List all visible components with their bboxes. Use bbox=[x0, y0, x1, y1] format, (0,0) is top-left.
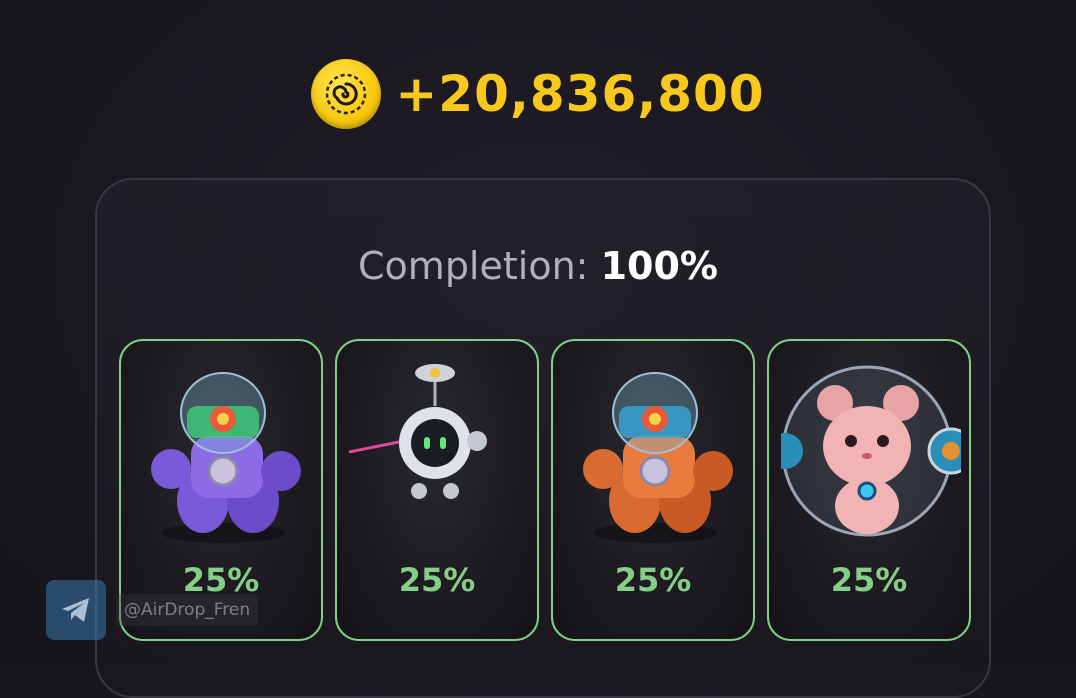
floating-robot-illustration bbox=[349, 364, 487, 499]
card-orange-mech[interactable]: 25% bbox=[551, 339, 755, 641]
reward-amount: +20,836,800 bbox=[395, 65, 765, 123]
card-share: 25% bbox=[614, 561, 692, 599]
watermark: @AirDrop_Fren bbox=[46, 580, 278, 640]
card-hamster-ball[interactable]: 25% bbox=[767, 339, 971, 641]
completion-label: Completion: bbox=[358, 244, 589, 288]
orange-mech-robot-illustration bbox=[583, 372, 733, 543]
completion-status: Completion: 100% bbox=[0, 244, 1076, 288]
reward-header: +20,836,800 bbox=[0, 58, 1076, 130]
card-share: 25% bbox=[830, 561, 908, 599]
coin-icon bbox=[311, 59, 382, 129]
telegram-icon bbox=[46, 580, 106, 640]
hamster-in-ball-illustration bbox=[781, 365, 961, 537]
purple-mech-robot-illustration bbox=[151, 372, 301, 543]
card-floating-bot[interactable]: 25% bbox=[335, 339, 539, 641]
completion-value: 100% bbox=[600, 244, 718, 288]
card-share: 25% bbox=[398, 561, 476, 599]
watermark-handle: @AirDrop_Fren bbox=[116, 594, 259, 626]
